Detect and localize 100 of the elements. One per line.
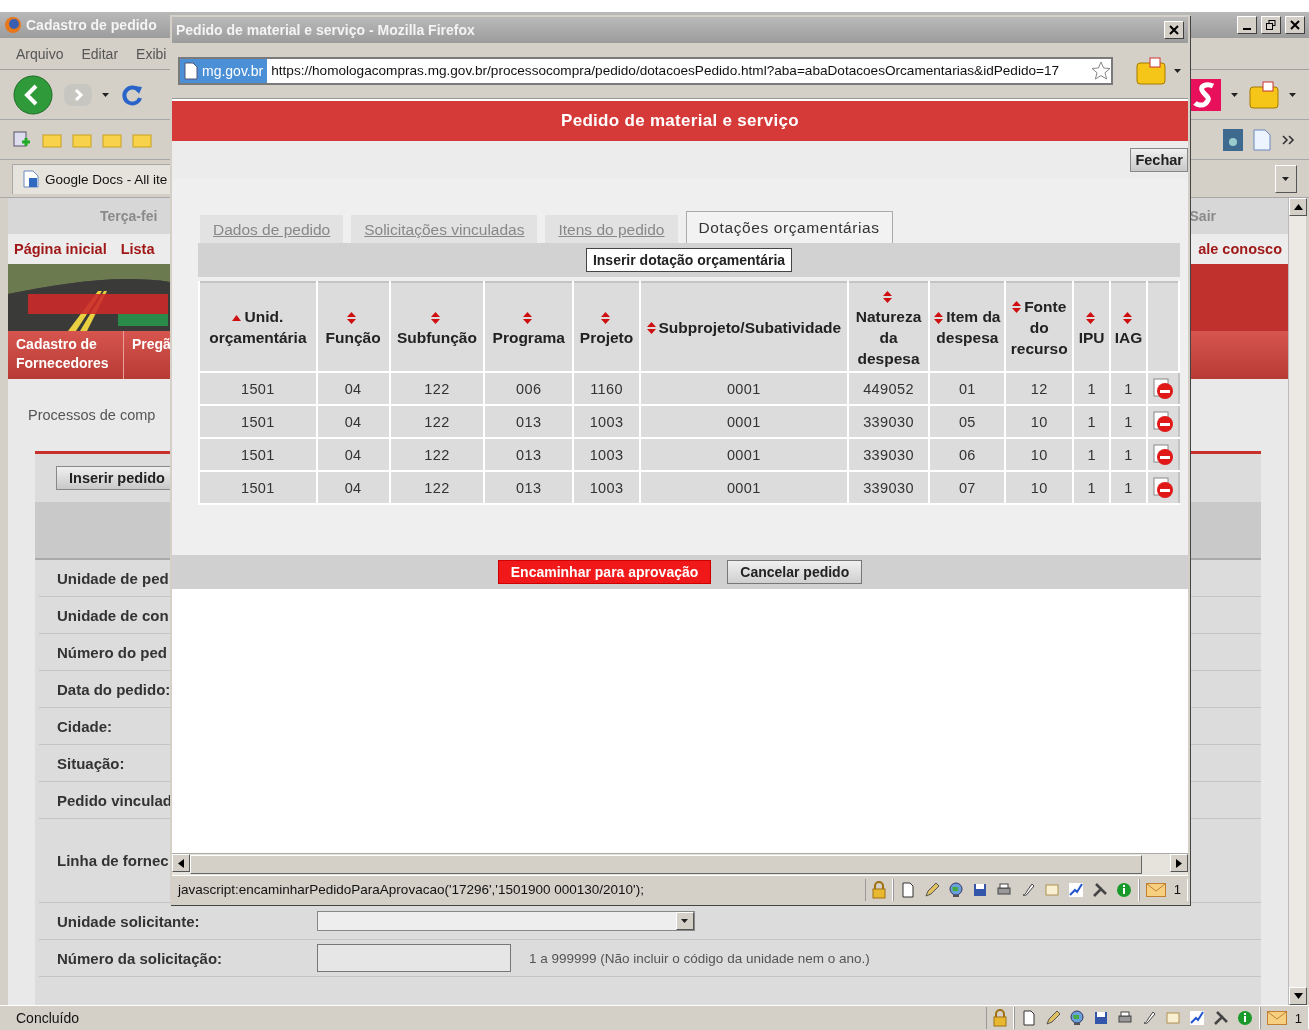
menu-item[interactable]: Exibi (136, 45, 167, 62)
menu-item[interactable]: Arquivo (16, 45, 64, 62)
column-header[interactable]: Item da despesa (929, 282, 1006, 372)
table-cell: 1003 (573, 471, 640, 504)
window-title: Cadastro de pedido (26, 17, 157, 33)
sort-icon[interactable] (522, 311, 532, 324)
status-text: Concluído (15, 1010, 81, 1026)
sort-icon[interactable] (646, 322, 656, 335)
forward-icon (64, 82, 92, 107)
column-header[interactable]: Fonte do recurso (1005, 282, 1074, 372)
scroll-right-button[interactable] (1170, 854, 1188, 872)
insert-allocation-button[interactable]: Inserir dotação orçamentária (585, 248, 793, 272)
form-label: Número da solicitação: (57, 949, 223, 967)
document-icon (23, 170, 39, 188)
vertical-scrollbar[interactable] (1288, 198, 1306, 1005)
table-cell: 122 (389, 471, 485, 504)
nav-menu-item[interactable]: Cadastro de Fornecedores (8, 331, 124, 379)
delete-icon (1152, 476, 1174, 499)
column-header[interactable]: Natureza da despesa (847, 282, 930, 372)
up-arrow-icon (1293, 204, 1303, 210)
horizontal-scrollbar[interactable] (172, 853, 1188, 875)
scroll-up-button[interactable] (1289, 198, 1307, 216)
table-cell: 1 (1073, 471, 1111, 504)
sort-icon[interactable] (430, 311, 440, 324)
column-header[interactable]: IPU (1073, 282, 1111, 372)
table-cell: 04 (316, 372, 390, 405)
lock-icon (992, 1009, 1007, 1027)
table-cell: 10 (1005, 405, 1074, 438)
column-header[interactable]: Programa (484, 282, 574, 372)
select-field[interactable] (317, 911, 695, 931)
tab-list-button[interactable] (1275, 164, 1297, 193)
cancel-button[interactable]: Cancelar pedido (727, 560, 863, 584)
browser-logo-icon (4, 16, 22, 34)
table-cell: 013 (484, 438, 574, 471)
address-field[interactable]: mg.gov.br https://homologacompras.mg.gov.br/processocompra/pedido/dotacoesPedido.html?aba=abaDotacoesOrcamentarias&idPedido=17 (178, 56, 1113, 85)
table-cell: 0001 (640, 372, 848, 405)
close-icon (1169, 25, 1179, 35)
delete-button[interactable] (1152, 476, 1174, 499)
delete-button[interactable] (1152, 377, 1174, 400)
sort-icon[interactable] (1122, 311, 1132, 324)
submit-button[interactable]: Encaminhar para aprovação (497, 560, 712, 584)
url-text: https://homologacompras.mg.gov.br/processocompra/pedido/dotacoesPedido.html?aba=abaDotacoesOrcamentarias&idPedido=17 (270, 63, 1061, 78)
sort-icon[interactable] (600, 311, 610, 324)
minimize-button[interactable] (1237, 16, 1257, 34)
column-header[interactable]: Função (316, 282, 390, 372)
table-cell: 1 (1073, 405, 1111, 438)
column-header[interactable]: Subfunção (389, 282, 485, 372)
close-popup-button[interactable]: Fechar (1130, 148, 1188, 172)
menu-item[interactable]: Editar (81, 45, 119, 62)
star-icon (1091, 60, 1111, 81)
page-icon (1253, 128, 1271, 151)
back-icon (12, 73, 54, 116)
table-cell: 01 (929, 372, 1006, 405)
down-arrow-icon (1293, 993, 1303, 999)
table-cell: 1003 (573, 438, 640, 471)
table-cell: 006 (484, 372, 574, 405)
chart-icon (1067, 881, 1084, 898)
sort-icon[interactable] (347, 311, 357, 324)
column-header[interactable]: Subprojeto/Subatividade (640, 282, 848, 372)
sort-icon[interactable] (934, 311, 944, 324)
sort-ascending-icon[interactable] (232, 314, 242, 321)
input-field[interactable] (317, 944, 511, 972)
form-label: Situação: (57, 754, 125, 772)
page-header: Pedido de material e serviço (561, 111, 799, 131)
table-cell: 013 (484, 471, 574, 504)
nav-link[interactable]: Página inicial (14, 241, 107, 257)
table-cell: 122 (389, 438, 485, 471)
table-cell: 1501 (199, 405, 317, 438)
nav-link[interactable]: Lista (120, 241, 155, 257)
form-label: Data do pedido: (57, 680, 171, 698)
mail-count: 1 (1173, 882, 1181, 897)
scroll-left-button[interactable] (172, 854, 190, 872)
delete-button[interactable] (1152, 443, 1174, 466)
popup-close-button[interactable] (1164, 21, 1184, 39)
contact-link[interactable]: ale conosco (1198, 241, 1282, 257)
page-icon (1020, 1010, 1037, 1026)
table-cell: 07 (929, 471, 1006, 504)
folder-icon (132, 131, 152, 148)
add-page-icon (12, 130, 32, 149)
table-cell: 10 (1005, 438, 1074, 471)
tab[interactable]: Dotações orçamentárias (685, 211, 893, 243)
column-header[interactable]: IAG (1110, 282, 1148, 372)
table-cell: 449052 (847, 372, 930, 405)
printer-icon (1116, 1010, 1133, 1026)
dropdown-button[interactable] (676, 912, 694, 930)
table-cell: 1 (1110, 471, 1148, 504)
sort-icon[interactable] (1012, 301, 1022, 314)
table-cell: 0001 (640, 471, 848, 504)
sort-icon[interactable] (882, 290, 892, 303)
scroll-down-button[interactable] (1289, 987, 1307, 1005)
column-header[interactable]: Unid. orçamentária (199, 282, 317, 372)
sort-icon[interactable] (1085, 311, 1095, 324)
restore-button[interactable] (1261, 16, 1281, 34)
close-button[interactable] (1285, 16, 1305, 34)
page-icon (899, 881, 916, 898)
mail-icon (1266, 1011, 1287, 1025)
note-icon (1043, 881, 1060, 898)
table-cell: 0001 (640, 405, 848, 438)
column-header[interactable]: Projeto (573, 282, 640, 372)
delete-button[interactable] (1152, 410, 1174, 433)
